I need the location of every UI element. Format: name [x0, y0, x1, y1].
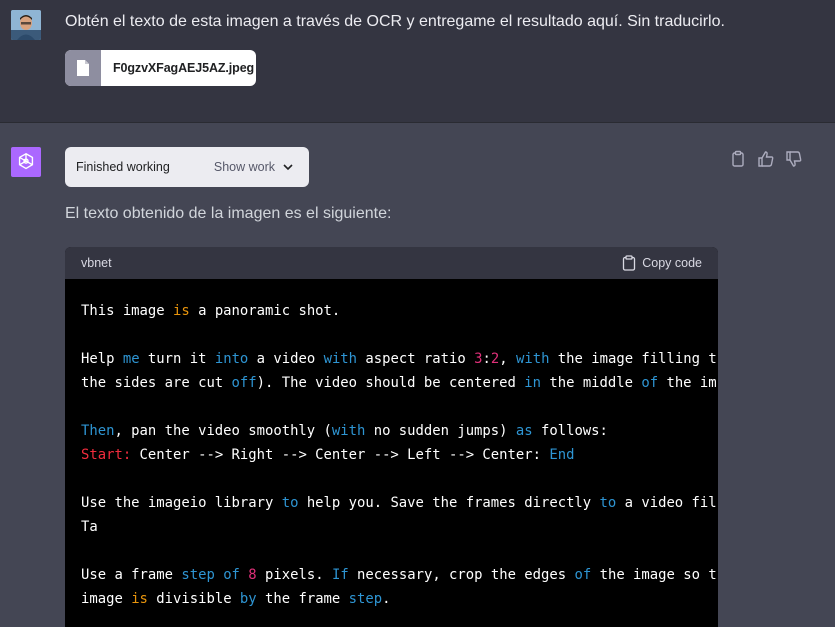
- code-token: follows:: [532, 423, 608, 439]
- copy-code-label: Copy code: [642, 256, 702, 270]
- user-avatar: [11, 10, 41, 40]
- code-token: divisible: [147, 591, 240, 607]
- code-token: necessary, crop the edges: [348, 567, 575, 583]
- code-token: step: [181, 567, 215, 583]
- code-token: Help: [81, 351, 123, 367]
- code-token: the sides are cut: [81, 375, 232, 391]
- code-line: This image is a panoramic shot.: [81, 299, 702, 323]
- code-token: a panoramic shot.: [189, 303, 341, 319]
- user-message-text: Obtén el texto de esta imagen a través d…: [65, 13, 725, 30]
- code-token: pixels.: [256, 567, 332, 583]
- code-line: image is divisible by the frame step.: [81, 587, 702, 611]
- chatgpt-logo-icon: [11, 147, 41, 177]
- code-token: image: [81, 591, 132, 607]
- work-status: Finished working: [76, 160, 170, 174]
- chevron-down-icon[interactable]: [281, 160, 295, 174]
- code-token: by: [239, 591, 257, 607]
- code-block: vbnet Copy code This image is a panorami…: [65, 247, 718, 627]
- code-token: Use the imageio library: [81, 495, 282, 511]
- code-token: of: [223, 567, 240, 583]
- code-token: Ta: [81, 519, 98, 535]
- code-token: is: [173, 303, 190, 319]
- user-message-row: Obtén el texto de esta imagen a través d…: [0, 0, 835, 123]
- code-token: Center --> Right --> Center --> Left -->…: [131, 447, 550, 463]
- code-token: :: [482, 351, 491, 367]
- code-token: with: [515, 351, 550, 367]
- code-token: is: [131, 591, 148, 607]
- code-token: a video: [248, 351, 324, 367]
- code-token: aspect ratio: [357, 351, 475, 367]
- code-line: Use a frame step of 8 pixels. If necessa…: [81, 563, 717, 587]
- copy-code-button[interactable]: Copy code: [622, 255, 702, 271]
- code-token: no sudden jumps): [365, 423, 516, 439]
- code-token: a video fil: [616, 495, 717, 511]
- code-token: 8: [248, 567, 257, 583]
- code-language: vbnet: [81, 256, 112, 270]
- show-work-button[interactable]: Show work: [214, 160, 275, 174]
- code-token: with: [331, 423, 366, 439]
- clipboard-icon: [623, 255, 636, 271]
- code-line: Ta: [81, 515, 702, 539]
- code-token: off: [231, 375, 257, 391]
- code-token: to: [281, 495, 299, 511]
- code-token: help you. Save the frames directly: [298, 495, 600, 511]
- code-token: This image: [81, 303, 173, 319]
- code-token: step: [348, 591, 383, 607]
- attachment-name: F0gzvXFagAEJ5AZ.jpeg: [113, 61, 255, 75]
- code-token: of: [641, 375, 659, 391]
- attachment-chip[interactable]: F0gzvXFagAEJ5AZ.jpeg: [65, 50, 256, 86]
- code-token: .: [382, 591, 391, 607]
- code-token: of: [574, 567, 592, 583]
- code-line: Start: Center --> Right --> Center --> L…: [81, 443, 702, 467]
- finished-working-panel[interactable]: Finished working Show work: [65, 147, 309, 187]
- code-token: 2: [490, 351, 500, 367]
- thumbs-down-icon[interactable]: [785, 150, 803, 168]
- code-token: the im: [658, 375, 717, 391]
- code-line: Help me turn it into a video with aspect…: [81, 347, 717, 371]
- code-token: If: [331, 567, 349, 583]
- answer-intro-text: El texto obtenido de la imagen es el sig…: [65, 205, 392, 222]
- code-token: with: [323, 351, 358, 367]
- assistant-message-row: Finished working Show work El texto obte…: [0, 123, 835, 627]
- code-token: to: [599, 495, 617, 511]
- code-line: Then, pan the video smoothly (with no su…: [81, 419, 702, 443]
- code-token: ). The video should be centered: [256, 375, 525, 391]
- code-token: me: [122, 351, 140, 367]
- code-token: 3: [474, 351, 483, 367]
- code-line: the sides are cut off). The video should…: [81, 371, 717, 395]
- clipboard-icon[interactable]: [729, 150, 747, 168]
- file-icon: [65, 50, 101, 86]
- code-line: Use the imageio library to help you. Sav…: [81, 491, 717, 515]
- code-token: in: [524, 375, 541, 391]
- thumbs-up-icon[interactable]: [757, 150, 775, 168]
- code-header: vbnet Copy code: [65, 247, 718, 279]
- message-actions: [729, 150, 803, 168]
- code-token: as: [515, 423, 533, 439]
- code-token: Use a frame: [81, 567, 182, 583]
- code-token: Start:: [81, 447, 132, 463]
- code-token: the image so t: [591, 567, 717, 583]
- code-token: End: [549, 447, 575, 463]
- code-token: , pan the video smoothly (: [114, 423, 332, 439]
- code-token: ,: [499, 351, 516, 367]
- code-token: the frame: [256, 591, 349, 607]
- code-content: This image is a panoramic shot. Help me …: [65, 279, 718, 627]
- code-token: the middle: [541, 375, 642, 391]
- code-token: the image filling t: [549, 351, 717, 367]
- code-token: turn it: [139, 351, 215, 367]
- code-token: Then: [81, 423, 115, 439]
- code-token: into: [214, 351, 249, 367]
